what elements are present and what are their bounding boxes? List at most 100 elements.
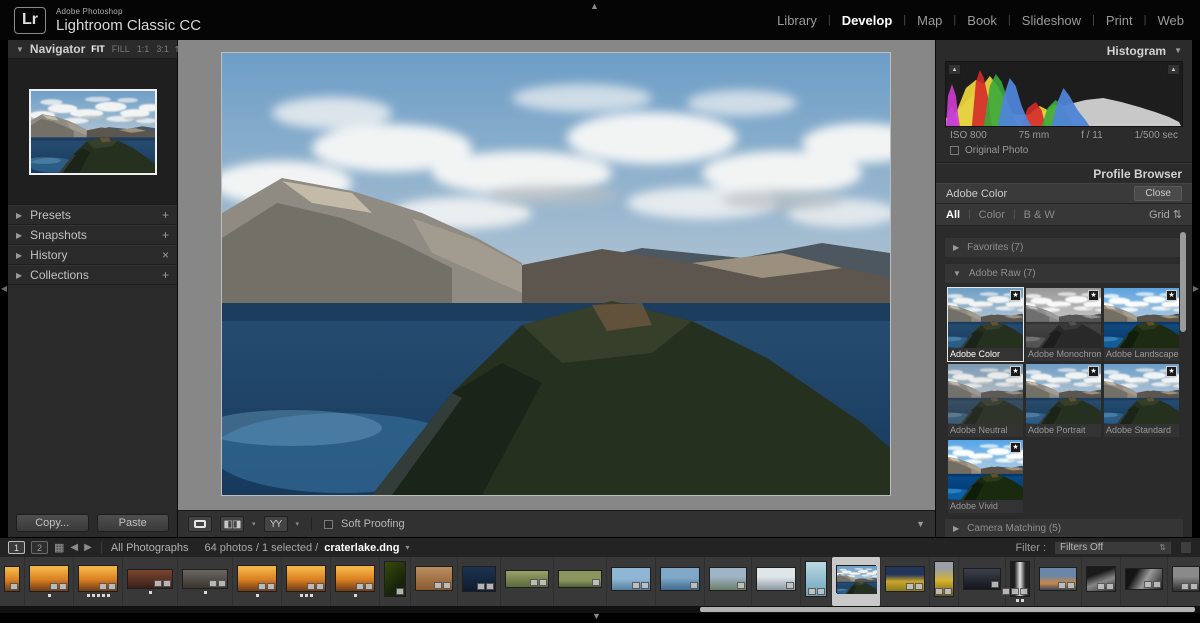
histogram-graph[interactable]: ▲ ▲ (945, 61, 1183, 127)
badge-icon[interactable] (365, 583, 373, 590)
badge-icon[interactable] (539, 579, 547, 586)
filmstrip-photo[interactable] (607, 557, 656, 606)
thumbnail-badges[interactable] (808, 588, 825, 595)
thumbnail-badges[interactable] (991, 581, 999, 588)
module-tab-web[interactable]: Web (1156, 13, 1187, 28)
profile-group-favorites-7-[interactable]: ▶Favorites (7) (944, 237, 1184, 258)
badge-icon[interactable] (59, 583, 67, 590)
filmstrip-photo[interactable] (501, 557, 554, 606)
section-action-icon[interactable]: + (162, 268, 169, 282)
filmstrip-photo[interactable] (801, 557, 832, 606)
module-tab-map[interactable]: Map (915, 13, 944, 28)
badge-icon[interactable] (1020, 588, 1028, 595)
profile-thumb-adobe-color[interactable]: ★Adobe Color (948, 288, 1023, 361)
filmstrip-photo[interactable] (1082, 557, 1121, 606)
badge-icon[interactable] (99, 583, 107, 590)
badge-icon[interactable] (991, 581, 999, 588)
badge-icon[interactable] (477, 583, 485, 590)
profile-tab-all[interactable]: All (946, 209, 960, 221)
badge-icon[interactable] (209, 580, 217, 587)
badge-icon[interactable] (530, 579, 538, 586)
module-tab-print[interactable]: Print (1104, 13, 1135, 28)
filmstrip-photo[interactable] (554, 557, 607, 606)
badge-icon[interactable] (1002, 588, 1010, 595)
previous-photo-arrow[interactable]: ◀ (70, 542, 78, 553)
copy-button[interactable]: Copy... (16, 514, 89, 532)
section-action-icon[interactable]: × (162, 248, 169, 262)
badge-icon[interactable] (163, 580, 171, 587)
panel-section-collections[interactable]: ▶Collections+ (8, 265, 177, 285)
filmstrip-photo[interactable] (74, 557, 123, 606)
thumbnail-badges[interactable] (1181, 583, 1198, 590)
filmstrip-photo[interactable] (123, 557, 178, 606)
star-favorite-icon[interactable]: ★ (1166, 290, 1177, 301)
thumbnail-badges[interactable] (737, 582, 745, 589)
badge-icon[interactable] (267, 583, 275, 590)
star-favorite-icon[interactable]: ★ (1010, 442, 1021, 453)
filmstrip-photo[interactable] (959, 557, 1006, 606)
badge-icon[interactable] (808, 588, 816, 595)
paste-button[interactable]: Paste (97, 514, 170, 532)
filmstrip-photo-selected[interactable] (832, 557, 881, 606)
close-profile-browser-button[interactable]: Close (1134, 186, 1182, 201)
next-photo-arrow[interactable]: ▶ (84, 542, 92, 553)
thumbnail-badges[interactable] (99, 583, 116, 590)
module-tab-slideshow[interactable]: Slideshow (1020, 13, 1083, 28)
badge-icon[interactable] (690, 582, 698, 589)
collapse-top-panel-arrow[interactable]: ▲ (590, 1, 599, 11)
selected-filename[interactable]: craterlake.dng (324, 542, 399, 554)
original-photo-checkbox[interactable] (950, 146, 959, 155)
zoom-mode-fit[interactable]: FIT (91, 44, 105, 54)
profile-group-adobe-raw-7-[interactable]: ▼Adobe Raw (7) (944, 263, 1184, 284)
profile-thumb-adobe-monochrome[interactable]: ★Adobe Monochrome (1026, 288, 1101, 361)
star-favorite-icon[interactable]: ★ (1166, 366, 1177, 377)
grid-view-dropdown[interactable]: Grid ⇅ (1149, 208, 1182, 221)
profile-thumb-adobe-neutral[interactable]: ★Adobe Neutral (948, 364, 1023, 437)
module-tab-library[interactable]: Library (775, 13, 819, 28)
thumbnail-badges[interactable] (690, 582, 698, 589)
zoom-mode-1-1[interactable]: 1:1 (137, 44, 150, 54)
filmstrip-photo[interactable] (331, 557, 380, 606)
profile-browser-header[interactable]: Profile Browser (936, 163, 1192, 183)
thumbnail-badges[interactable] (1144, 581, 1161, 588)
right-panel-scrollbar[interactable] (1180, 232, 1186, 332)
badge-icon[interactable] (316, 583, 324, 590)
thumbnail-badges[interactable] (906, 583, 923, 590)
zoom-mode-3-1[interactable]: 3:1 (156, 44, 169, 54)
badge-icon[interactable] (396, 588, 404, 595)
badge-icon[interactable] (154, 580, 162, 587)
thumbnail-badges[interactable] (1097, 583, 1114, 590)
badge-icon[interactable] (915, 583, 923, 590)
filmstrip-photo[interactable] (0, 557, 25, 606)
badge-icon[interactable] (1181, 583, 1189, 590)
filmstrip-photo[interactable] (656, 557, 705, 606)
filmstrip-photo[interactable] (458, 557, 501, 606)
badge-icon[interactable] (944, 588, 952, 595)
histogram-header[interactable]: Histogram ▼ (936, 40, 1192, 61)
profile-thumb-adobe-portrait[interactable]: ★Adobe Portrait (1026, 364, 1101, 437)
module-tab-book[interactable]: Book (965, 13, 999, 28)
loupe-view-button[interactable] (188, 516, 212, 532)
star-favorite-icon[interactable]: ★ (1010, 366, 1021, 377)
badge-icon[interactable] (50, 583, 58, 590)
badge-icon[interactable] (906, 583, 914, 590)
star-favorite-icon[interactable]: ★ (1088, 366, 1099, 377)
badge-icon[interactable] (1058, 582, 1066, 589)
profile-group-camera-matching-5-[interactable]: ▶Camera Matching (5) (944, 518, 1184, 537)
badge-icon[interactable] (10, 583, 18, 590)
section-action-icon[interactable]: + (162, 228, 169, 242)
filmstrip-photo[interactable] (752, 557, 801, 606)
badge-icon[interactable] (307, 583, 315, 590)
filename-dropdown-icon[interactable]: ▾ (405, 543, 409, 552)
badge-icon[interactable] (1067, 582, 1075, 589)
filmstrip-photo[interactable] (1168, 557, 1200, 606)
badge-icon[interactable] (592, 579, 600, 586)
badge-icon[interactable] (737, 582, 745, 589)
thumbnail-badges[interactable] (530, 579, 547, 586)
badge-icon[interactable] (218, 580, 226, 587)
thumbnail-badges[interactable] (258, 583, 275, 590)
soft-proofing-checkbox[interactable] (324, 520, 333, 529)
badge-icon[interactable] (1153, 581, 1161, 588)
split-view-dropdown-icon[interactable]: ▾ (296, 520, 300, 528)
thumbnail-badges[interactable] (209, 580, 226, 587)
